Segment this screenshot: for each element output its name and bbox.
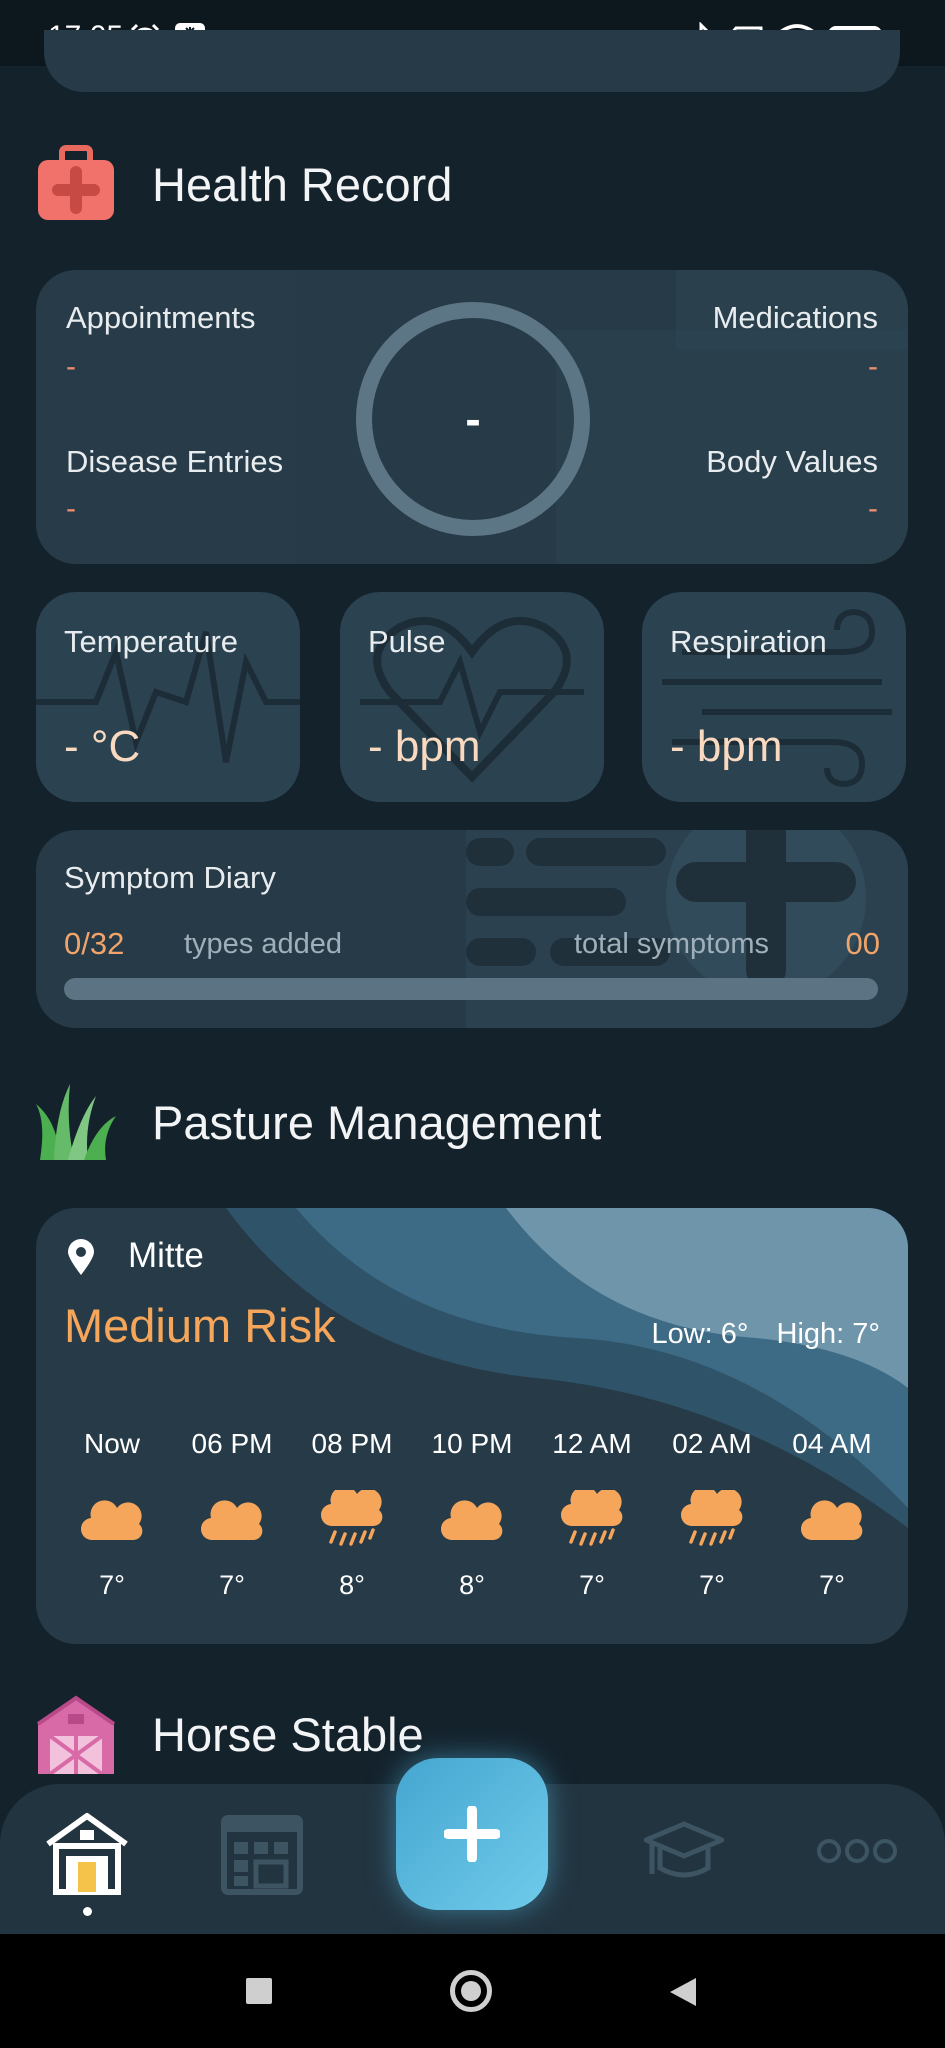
home-stable-icon bbox=[46, 1813, 128, 1895]
forecast-time: 02 AM bbox=[672, 1428, 752, 1459]
rain-cloud-icon bbox=[532, 1480, 652, 1560]
hourly-forecast-item: Now 7° bbox=[52, 1428, 172, 1601]
ring-value: - bbox=[465, 393, 481, 445]
temperature-value: - °C bbox=[64, 722, 141, 771]
symptom-diary-title: Symptom Diary bbox=[64, 860, 276, 895]
health-progress-ring: - bbox=[356, 302, 590, 536]
hourly-forecast-item: 08 PM 8° bbox=[292, 1428, 412, 1601]
nav-more[interactable] bbox=[816, 1838, 898, 1869]
temperature-label: Temperature bbox=[64, 624, 239, 659]
symptom-diary-card[interactable]: Symptom Diary 0/32 types added total sym… bbox=[36, 830, 908, 1028]
hourly-forecast-item: 10 PM 8° bbox=[412, 1428, 532, 1601]
previous-card-bottom[interactable] bbox=[44, 30, 900, 92]
graduation-cap-icon bbox=[643, 1821, 725, 1878]
cloud-icon bbox=[52, 1480, 172, 1560]
pasture-risk-level: Medium Risk bbox=[64, 1299, 336, 1352]
rain-cloud-icon bbox=[292, 1480, 412, 1560]
appointments-value: - bbox=[66, 350, 76, 383]
nav-home[interactable] bbox=[44, 1812, 130, 1916]
add-button[interactable] bbox=[396, 1758, 548, 1910]
cloud-icon bbox=[772, 1480, 892, 1560]
forecast-time: 04 AM bbox=[792, 1428, 872, 1459]
total-symptoms-label: total symptoms bbox=[574, 928, 769, 960]
medical-kit-icon bbox=[38, 145, 114, 220]
hourly-forecast-item: 02 AM 7° bbox=[652, 1428, 772, 1601]
hourly-forecast: Now 7° 06 PM 7° 08 PM 8° 10 PM 8° 12 AM 7° 02 AM 7°… bbox=[36, 1428, 908, 1601]
forecast-time: 08 PM bbox=[311, 1428, 393, 1459]
medications-value: - bbox=[868, 350, 878, 383]
horse-stable-header: Horse Stable bbox=[36, 1694, 424, 1774]
active-indicator bbox=[82, 1907, 92, 1916]
home-button-dot bbox=[461, 1981, 481, 2001]
appointments-label: Appointments bbox=[66, 300, 256, 335]
add-icon bbox=[444, 1806, 500, 1862]
temperature-range: Low: 6° High: 7° bbox=[623, 1318, 880, 1351]
more-icon bbox=[817, 1839, 897, 1863]
symptom-progress-bar bbox=[64, 978, 878, 1000]
pasture-weather-card[interactable]: Mitte Medium Risk Low: 6° High: 7° Now 7° 0… bbox=[36, 1208, 908, 1644]
location-pin-icon bbox=[68, 1239, 94, 1275]
types-added-label: types added bbox=[184, 928, 343, 960]
hourly-forecast-item: 06 PM 7° bbox=[172, 1428, 292, 1601]
disease-entries-value: - bbox=[66, 492, 76, 525]
temperature-card[interactable]: Temperature - °C bbox=[36, 592, 300, 802]
symptom-types-count: 0/32 bbox=[64, 926, 125, 961]
nav-learning[interactable] bbox=[643, 1816, 725, 1897]
low-temperature: Low: 6° bbox=[651, 1318, 749, 1350]
forecast-temperature: 7° bbox=[579, 1570, 605, 1600]
pasture-management-header: Pasture Management bbox=[36, 1082, 601, 1162]
pasture-management-title: Pasture Management bbox=[152, 1095, 602, 1149]
cloud-icon bbox=[172, 1480, 292, 1560]
forecast-temperature: 7° bbox=[99, 1570, 125, 1600]
respiration-label: Respiration bbox=[670, 624, 827, 659]
forecast-time: 12 AM bbox=[552, 1428, 632, 1459]
health-record-title: Health Record bbox=[152, 157, 453, 211]
medications-label: Medications bbox=[712, 300, 878, 335]
forecast-time: 06 PM bbox=[191, 1428, 273, 1459]
forecast-time: Now bbox=[83, 1428, 140, 1459]
forecast-temperature: 7° bbox=[699, 1570, 725, 1600]
body-values-label: Body Values bbox=[706, 444, 878, 479]
pulse-card[interactable]: Pulse - bpm bbox=[340, 592, 604, 802]
nav-calendar[interactable] bbox=[220, 1812, 304, 1901]
forecast-time: 10 PM bbox=[431, 1428, 513, 1459]
system-navigation-bar bbox=[0, 1934, 945, 2048]
forecast-temperature: 7° bbox=[819, 1570, 845, 1600]
forecast-temperature: 8° bbox=[339, 1570, 365, 1600]
disease-entries-label: Disease Entries bbox=[66, 444, 284, 479]
barn-icon bbox=[36, 1695, 116, 1774]
high-temperature: High: 7° bbox=[776, 1318, 880, 1350]
total-symptoms-value: 00 bbox=[845, 926, 880, 961]
pulse-label: Pulse bbox=[368, 624, 446, 659]
forecast-temperature: 7° bbox=[219, 1570, 245, 1600]
home-button[interactable] bbox=[450, 1970, 492, 2012]
hourly-forecast-item: 12 AM 7° bbox=[532, 1428, 652, 1601]
back-button[interactable] bbox=[668, 1976, 698, 2008]
forecast-temperature: 8° bbox=[459, 1570, 485, 1600]
rain-cloud-icon bbox=[652, 1480, 772, 1560]
health-record-header: Health Record bbox=[36, 144, 452, 224]
pasture-location: Mitte bbox=[128, 1236, 204, 1275]
respiration-value: - bpm bbox=[670, 722, 783, 771]
cloud-icon bbox=[412, 1480, 532, 1560]
body-values-value: - bbox=[868, 492, 878, 525]
respiration-card[interactable]: Respiration - bpm bbox=[642, 592, 906, 802]
pulse-value: - bpm bbox=[368, 722, 481, 771]
horse-stable-title: Horse Stable bbox=[152, 1707, 424, 1761]
recents-button[interactable] bbox=[246, 1978, 272, 2004]
calendar-icon bbox=[221, 1815, 303, 1895]
grass-icon bbox=[36, 1084, 116, 1160]
hourly-forecast-item: 04 AM 7° bbox=[772, 1428, 892, 1601]
